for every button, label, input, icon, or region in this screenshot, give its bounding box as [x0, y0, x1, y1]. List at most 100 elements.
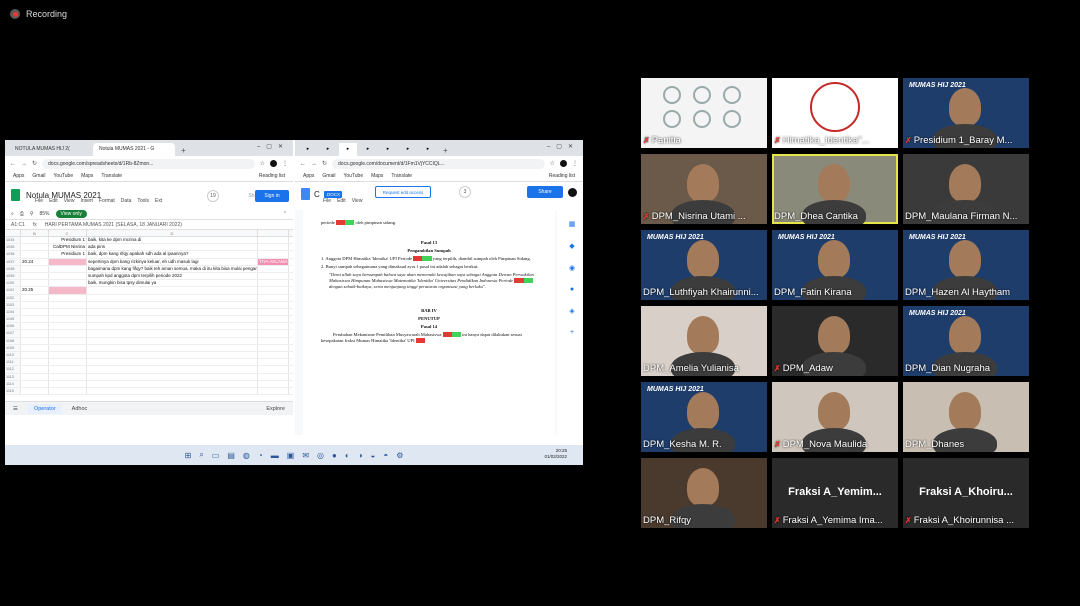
- sheets-logo-icon[interactable]: [11, 189, 20, 201]
- participant-tile[interactable]: MUMAS HIJ 2021 DPM_Hazen Al Haytham: [903, 230, 1029, 300]
- table-row[interactable]: 1104: [5, 308, 293, 317]
- table-cell[interactable]: [21, 337, 49, 344]
- participant-tile[interactable]: MUMAS HIJ 2021 DPM_Kesha M. R.: [641, 382, 767, 452]
- table-row[interactable]: 1112: [5, 366, 293, 374]
- table-cell[interactable]: [49, 352, 87, 359]
- table-cell[interactable]: Presidium 1: [49, 251, 87, 258]
- row-number[interactable]: 1115: [5, 387, 21, 395]
- table-cell[interactable]: 20.25: [21, 287, 49, 294]
- table-cell[interactable]: [87, 366, 258, 373]
- doc-title[interactable]: C: [314, 190, 320, 199]
- participant-tile[interactable]: MUMAS HIJ 2021 DPM_Dian Nugraha: [903, 306, 1029, 376]
- row-number[interactable]: 1113: [5, 373, 21, 380]
- table-cell[interactable]: [87, 330, 258, 337]
- menu-view[interactable]: View: [64, 198, 75, 204]
- share-button[interactable]: Share: [527, 186, 563, 198]
- browser-tab[interactable]: ▸: [379, 143, 397, 156]
- row-number[interactable]: 1107: [5, 330, 21, 337]
- reading-list[interactable]: Reading list: [549, 173, 575, 179]
- profile-avatar[interactable]: [270, 160, 277, 167]
- participant-tile[interactable]: Fraksi A_Khoiru... ✗ Fraksi A_Khoirunnisa …: [903, 458, 1029, 528]
- viewer-count[interactable]: 19: [207, 190, 219, 202]
- table-cell[interactable]: [49, 337, 87, 344]
- forward-icon[interactable]: →: [21, 161, 27, 167]
- store-icon[interactable]: ▣: [287, 451, 295, 460]
- col-header[interactable]: D: [87, 230, 258, 236]
- docs-logo-icon[interactable]: [301, 188, 310, 200]
- widgets-icon[interactable]: ▤: [227, 451, 235, 460]
- all-sheets-icon[interactable]: ☰: [13, 406, 18, 412]
- menu-view[interactable]: View: [352, 198, 363, 204]
- table-row[interactable]: 1036 Presidium 1 baik, dpm kang rifqy apak…: [5, 251, 293, 259]
- table-cell[interactable]: TIYA AKLAMA: [258, 258, 289, 265]
- spreadsheet-grid[interactable]: B C D 1034 Presidium 1 baik, kita ke dpm m…: [5, 230, 293, 415]
- table-cell[interactable]: [87, 308, 258, 316]
- table-cell[interactable]: [258, 373, 289, 380]
- cell-reference[interactable]: A1:C1: [11, 222, 25, 228]
- collapse-icon[interactable]: ⌃: [283, 211, 287, 217]
- spotify-icon[interactable]: ●: [332, 451, 337, 460]
- table-cell[interactable]: [21, 352, 49, 359]
- corner-cell[interactable]: [5, 230, 21, 236]
- forward-icon[interactable]: →: [311, 161, 317, 167]
- browser-tab[interactable]: ▸: [419, 143, 437, 156]
- reading-list[interactable]: Reading list: [259, 173, 285, 179]
- menu-format[interactable]: Format: [99, 198, 115, 204]
- table-row[interactable]: 1038 bagaimana dpm kang fifqy? baik teh a…: [5, 265, 293, 273]
- calendar-icon[interactable]: ▦: [569, 220, 576, 228]
- browser-tab[interactable]: ▸: [319, 143, 337, 156]
- browser-tab[interactable]: NOTULA MUMAS HIJ 2(: [9, 143, 91, 156]
- row-number[interactable]: 1110: [5, 352, 21, 359]
- col-header[interactable]: [258, 230, 289, 236]
- bookmark-gmail[interactable]: Gmail: [32, 173, 45, 179]
- participant-tile[interactable]: MUMAS HIJ 2021 ✗ Presidium 1_Baray M...: [903, 78, 1029, 148]
- row-number[interactable]: 1037: [5, 258, 21, 265]
- table-cell[interactable]: [258, 387, 289, 395]
- row-number[interactable]: 1108: [5, 337, 21, 344]
- participant-tile[interactable]: DPM_Dhea Cantika: [772, 154, 898, 224]
- table-row[interactable]: 1105: [5, 316, 293, 324]
- chat-icon[interactable]: ◍: [243, 451, 250, 460]
- bookmark-translate[interactable]: Translate: [391, 173, 412, 179]
- participant-tile[interactable]: ✗ DPM_Nova Maulida: [772, 382, 898, 452]
- bookmark-youtube[interactable]: YouTube: [343, 173, 363, 179]
- table-cell[interactable]: baik, dpm kang rifqy apakah sdh ada al i…: [87, 251, 258, 258]
- sheet-tab-operator[interactable]: Operator: [27, 403, 62, 414]
- table-cell[interactable]: [49, 301, 87, 308]
- table-cell[interactable]: [87, 287, 258, 294]
- table-cell[interactable]: baik, mungkin bisa tpsy dimulai ya: [87, 280, 258, 287]
- table-row[interactable]: 1103: [5, 301, 293, 309]
- mail-icon[interactable]: ✉: [302, 451, 309, 460]
- table-cell[interactable]: [258, 359, 289, 366]
- table-cell[interactable]: bagaimana dpm kang fifqy? baik teh aman …: [87, 265, 258, 272]
- table-cell[interactable]: [258, 337, 289, 344]
- viewer-count[interactable]: 3: [459, 186, 471, 198]
- menu-insert[interactable]: Insert: [80, 198, 93, 204]
- filter-icon[interactable]: ⚲: [30, 211, 34, 217]
- table-row[interactable]: 1111: [5, 359, 293, 367]
- table-cell[interactable]: Presidium 1: [49, 237, 87, 244]
- menu-tools[interactable]: Tools: [137, 198, 149, 204]
- table-cell[interactable]: [87, 294, 258, 301]
- new-tab-icon[interactable]: +: [439, 146, 452, 156]
- table-cell[interactable]: [49, 258, 87, 265]
- table-cell[interactable]: [21, 280, 49, 287]
- table-cell[interactable]: [87, 373, 258, 380]
- request-edit-access-button[interactable]: Request edit access: [375, 186, 431, 198]
- table-cell[interactable]: [258, 244, 289, 251]
- menu-edit[interactable]: Edit: [337, 198, 346, 204]
- table-row[interactable]: 1107: [5, 330, 293, 338]
- table-cell[interactable]: [21, 265, 49, 272]
- table-cell[interactable]: [258, 380, 289, 387]
- contacts-icon[interactable]: ●: [570, 286, 574, 293]
- steam-icon[interactable]: ◐: [345, 451, 350, 460]
- reload-icon[interactable]: ↻: [322, 160, 327, 167]
- table-cell[interactable]: [21, 272, 49, 280]
- table-cell[interactable]: [49, 272, 87, 280]
- bookmark-apps[interactable]: Apps: [303, 173, 314, 179]
- participant-tile[interactable]: MUMAS HIJ 2021 DPM_Fatin Kirana: [772, 230, 898, 300]
- table-cell[interactable]: [258, 272, 289, 280]
- table-cell[interactable]: [87, 316, 258, 323]
- table-cell[interactable]: [87, 323, 258, 330]
- browser-tab-active[interactable]: Notula MUMAS 2021 - G: [93, 143, 175, 156]
